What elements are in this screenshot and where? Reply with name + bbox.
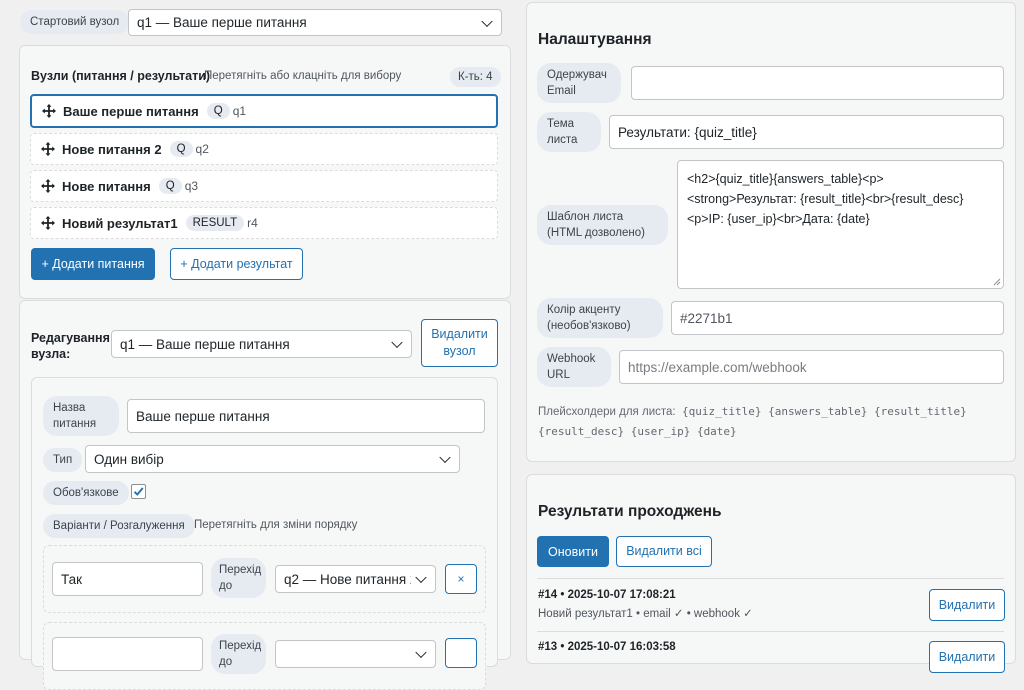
webhook-placeholder: https://example.com/webhook bbox=[628, 359, 807, 375]
results-divider bbox=[537, 578, 1004, 579]
node-type-badge: RESULT bbox=[185, 215, 245, 231]
node-type-badge: Q bbox=[158, 178, 182, 194]
node-item-q1[interactable]: Ваше перше питання Q q1 bbox=[30, 94, 498, 128]
add-result-button[interactable]: + Додати результат bbox=[170, 248, 303, 280]
option-goto-label: Перехід до bbox=[211, 634, 266, 674]
template-textarea[interactable]: <h2>{quiz_title}{answers_table}<p> <stro… bbox=[677, 160, 1004, 289]
move-icon[interactable] bbox=[40, 141, 56, 157]
options-label: Варіанти / Розгалуження bbox=[43, 514, 195, 538]
node-type-badge: Q bbox=[206, 103, 230, 119]
template-line: <h2>{quiz_title}{answers_table}<p> bbox=[687, 172, 884, 186]
delete-all-button[interactable]: Видалити всі bbox=[616, 536, 712, 567]
webhook-input[interactable]: https://example.com/webhook bbox=[619, 350, 1004, 384]
move-icon[interactable] bbox=[40, 215, 56, 231]
accent-label: Колір акценту (необов'язково) bbox=[537, 298, 663, 338]
option-value-input[interactable]: Так bbox=[52, 562, 203, 596]
node-id: q1 bbox=[232, 104, 247, 118]
type-select-value: Один вибір bbox=[94, 451, 164, 467]
remove-option-button[interactable] bbox=[445, 638, 477, 668]
option-value: Так bbox=[61, 571, 83, 587]
edit-node-select[interactable]: q1 — Ваше перше питання bbox=[111, 330, 412, 358]
results-title: Результати проходжень bbox=[538, 503, 722, 520]
accent-value: #2271b1 bbox=[680, 310, 733, 326]
start-node-select-value: q1 — Ваше перше питання bbox=[137, 15, 307, 30]
subject-value: Результати: {quiz_title} bbox=[618, 124, 757, 140]
node-title: Новий результат1 bbox=[62, 215, 178, 231]
placeholders-list: {quiz_title} {answers_table} {result_tit… bbox=[682, 405, 967, 418]
template-label: Шаблон листа (HTML дозволено) bbox=[537, 205, 668, 245]
type-select[interactable]: Один вибір bbox=[85, 445, 460, 473]
edit-node-label: Редагування вузла: bbox=[31, 331, 110, 361]
result-entry-detail: Новий результат1 • email ✓ • webhook ✓ bbox=[538, 608, 753, 620]
delete-result-button[interactable]: Видалити bbox=[929, 641, 1005, 673]
template-line: <strong>Результат: {result_title}<br>{re… bbox=[687, 192, 964, 206]
node-item-r4[interactable]: Новий результат1 RESULT r4 bbox=[30, 207, 498, 239]
delete-result-button[interactable]: Видалити bbox=[929, 589, 1005, 621]
options-hint: Перетягніть для зміни порядку bbox=[194, 519, 358, 531]
nodes-panel-hint: Перетягніть або клацніть для вибору bbox=[204, 70, 402, 82]
edit-node-select-value: q1 — Ваше перше питання bbox=[120, 336, 290, 352]
node-title: Ваше перше питання bbox=[63, 103, 199, 119]
template-line: <p>IP: {user_ip}<br>Дата: {date} bbox=[687, 212, 870, 226]
node-title: Нове питання bbox=[62, 178, 151, 194]
node-id: r4 bbox=[247, 216, 258, 230]
node-id: q3 bbox=[184, 179, 199, 193]
remove-option-button[interactable]: × bbox=[445, 564, 477, 594]
move-icon[interactable] bbox=[41, 103, 57, 119]
question-name-value: Ваше перше питання bbox=[136, 408, 270, 424]
accent-input[interactable]: #2271b1 bbox=[671, 301, 1004, 335]
option-goto-select[interactable] bbox=[275, 640, 436, 668]
email-label: Одержувач Email bbox=[537, 63, 621, 103]
subject-label: Тема листа bbox=[537, 112, 601, 152]
result-entry-header: #14 • 2025-10-07 17:08:21 bbox=[538, 589, 676, 601]
option-value-input[interactable] bbox=[52, 637, 203, 671]
refresh-button[interactable]: Оновити bbox=[537, 536, 609, 567]
resize-handle-icon[interactable] bbox=[993, 278, 1001, 286]
type-label: Тип bbox=[43, 448, 83, 472]
webhook-label: Webhook URL bbox=[537, 347, 611, 387]
question-name-input[interactable]: Ваше перше питання bbox=[127, 399, 485, 433]
placeholders-list: {result_desc} {user_ip} {date} bbox=[538, 425, 737, 438]
node-title: Нове питання 2 bbox=[62, 141, 162, 157]
node-id: q2 bbox=[195, 142, 209, 156]
results-divider bbox=[537, 631, 1004, 632]
checkmark-icon bbox=[133, 487, 144, 496]
add-question-button[interactable]: + Додати питання bbox=[31, 248, 155, 280]
start-node-label: Стартовий вузол bbox=[20, 10, 130, 34]
node-item-q3[interactable]: Нове питання Q q3 bbox=[30, 170, 498, 202]
option-goto-label: Перехід до bbox=[211, 558, 266, 598]
email-input[interactable] bbox=[631, 66, 1004, 100]
node-type-badge: Q bbox=[169, 141, 193, 157]
required-label: Обов'язкове bbox=[43, 481, 129, 505]
question-name-label: Назва питання bbox=[43, 396, 119, 436]
settings-title: Налаштування bbox=[538, 31, 652, 48]
placeholders-info: Плейсхолдери для листа: {quiz_title} {an… bbox=[538, 402, 967, 442]
subject-input[interactable]: Результати: {quiz_title} bbox=[609, 115, 1004, 149]
required-checkbox[interactable] bbox=[131, 484, 146, 499]
option-goto-value: q2 — Нове питання 2 bbox=[284, 571, 411, 587]
nodes-count-badge: К-ть: 4 bbox=[450, 67, 501, 87]
option-goto-select[interactable]: q2 — Нове питання 2 bbox=[275, 565, 436, 593]
move-icon[interactable] bbox=[40, 178, 56, 194]
result-entry-header: #13 • 2025-10-07 16:03:58 bbox=[538, 641, 676, 653]
placeholders-label: Плейсхолдери для листа: bbox=[538, 406, 676, 418]
start-node-select[interactable]: q1 — Ваше перше питання bbox=[128, 9, 502, 36]
node-item-q2[interactable]: Нове питання 2 Q q2 bbox=[30, 133, 498, 165]
nodes-panel-title: Вузли (питання / результати) bbox=[31, 69, 211, 83]
delete-node-button[interactable]: Видалити вузол bbox=[421, 319, 498, 367]
